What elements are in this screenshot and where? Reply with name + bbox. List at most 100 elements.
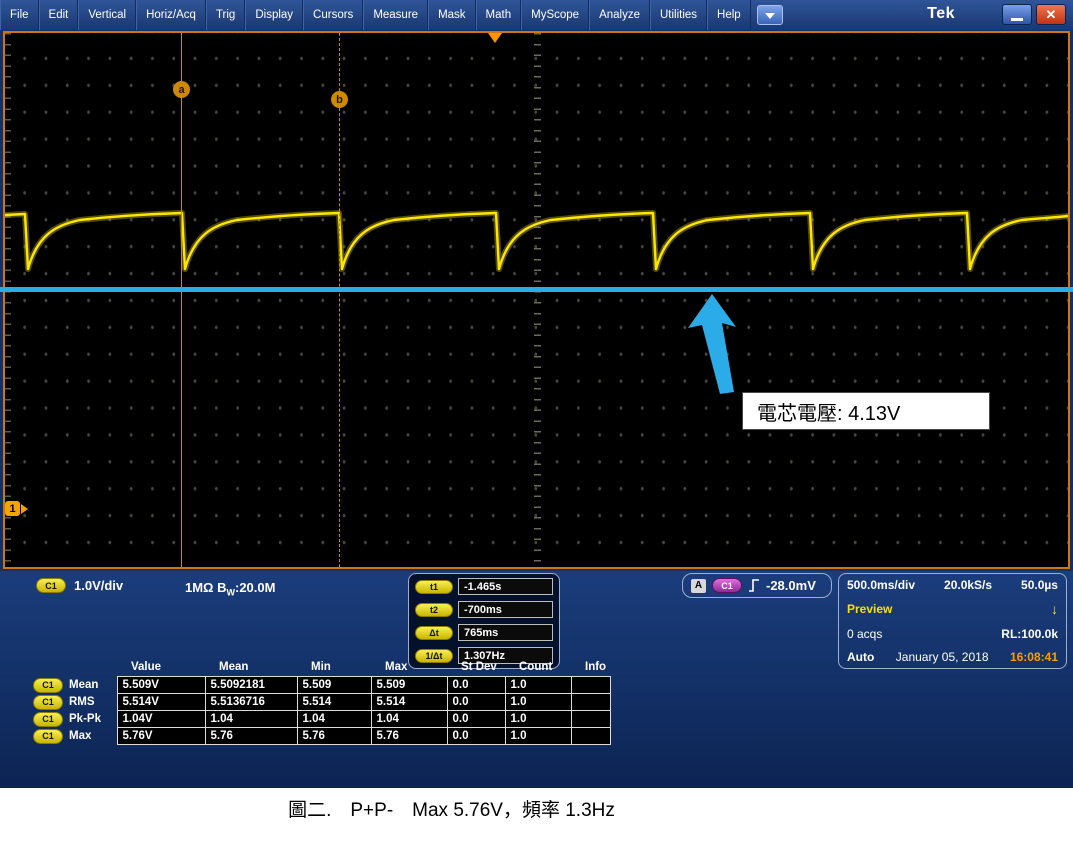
measurement-mean: 5.5136716 [205,694,297,711]
measurement-mean: 1.04 [205,711,297,728]
minimize-button[interactable] [1002,4,1032,25]
measurement-info [571,711,610,728]
header-max: Max [371,659,447,677]
cursor-a-handle[interactable]: a [173,81,190,98]
acq-count: 0 acqs [847,627,882,641]
measurement-max: 5.76 [371,728,447,745]
cursor-a-line[interactable] [181,33,182,567]
measurement-stdev: 0.0 [447,694,505,711]
menu-myscope[interactable]: MyScope [521,0,589,30]
channel1-marker-label: 1 [5,501,20,516]
acquisition-readout-box: 500.0ms/div 20.0kS/s 50.0µs Preview ↓ 0 … [838,573,1067,669]
header-mean: Mean [205,659,297,677]
cursor-b-handle[interactable]: b [331,91,348,108]
measurement-count: 1.0 [505,711,571,728]
measurement-max: 5.514 [371,694,447,711]
close-button[interactable]: ✕ [1036,4,1066,25]
measurement-value: 5.509V [117,677,205,694]
measurement-stdev: 0.0 [447,728,505,745]
measurement-min: 5.76 [297,728,371,745]
measurement-stdev: 0.0 [447,711,505,728]
channel1-badge: C1 [33,712,63,727]
oscilloscope-screen: File Edit Vertical Horiz/Acq Trig Displa… [0,0,1073,847]
trigger-readout[interactable]: A C1 -28.0mV [682,573,832,598]
menu-display[interactable]: Display [245,0,303,30]
channel1-scale-readout[interactable]: C1 1.0V/div [36,578,123,593]
trigger-position-icon[interactable] [488,33,502,43]
menu-math[interactable]: Math [476,0,522,30]
channel1-ground-marker[interactable]: 1 [5,501,33,516]
acq-date: January 05, 2018 [896,650,989,664]
measurement-value: 5.76V [117,728,205,745]
measurement-table-header: Value Mean Min Max St Dev Count Info [33,659,610,677]
measurement-info [571,728,610,745]
acq-status: Preview [847,602,892,616]
channel1-impedance-readout: 1MΩ BW:20.0M [185,580,275,598]
cursor-delta-t-row: Δt 765ms [415,624,553,641]
menu-edit[interactable]: Edit [39,0,79,30]
channel1-badge: C1 [33,695,63,710]
menu-analyze[interactable]: Analyze [589,0,650,30]
acq-mode: Auto [847,650,874,664]
channel1-marker-arrow-icon [21,504,33,514]
menu-utilities[interactable]: Utilities [650,0,707,30]
acq-datetime-row: Auto January 05, 2018 16:08:41 [847,650,1058,664]
acq-count-row: 0 acqs RL:100.0k [847,627,1058,641]
measurement-name: Mean [69,679,98,691]
cursor-t1-value: -1.465s [458,578,553,595]
channel1-scale-value: 1.0V/div [74,578,123,593]
menu-bar: File Edit Vertical Horiz/Acq Trig Displa… [0,0,1073,30]
menu-dropdown-button[interactable] [757,5,783,25]
arrow-down-icon: ↓ [1051,601,1058,617]
readout-panel: C1 1.0V/div 1MΩ BW:20.0M t1 -1.465s t2 -… [0,571,1073,788]
trigger-source-badge: C1 [712,578,742,593]
channel1-waveform-trace [5,33,1068,567]
measurement-min: 1.04 [297,711,371,728]
cursor-t1-row: t1 -1.465s [415,578,553,595]
menu-horiz-acq[interactable]: Horiz/Acq [136,0,206,30]
figure-caption-strip: 圖二. P+P- Max 5.76V，頻率 1.3Hz [0,788,1073,847]
header-info: Info [571,659,610,677]
measurement-row-mean: C1 Mean 5.509V 5.5092181 5.509 5.509 0.0… [33,677,610,694]
header-value: Value [117,659,205,677]
measurement-min: 5.509 [297,677,371,694]
measurement-value: 1.04V [117,711,205,728]
channel1-badge: C1 [36,578,66,593]
measurement-row-max: C1 Max 5.76V 5.76 5.76 5.76 0.0 1.0 [33,728,610,745]
measurement-mean: 5.5092181 [205,677,297,694]
measurement-info [571,677,610,694]
measurement-name: RMS [69,696,95,708]
menu-measure[interactable]: Measure [363,0,428,30]
channel1-badge: C1 [33,678,63,693]
measurement-stdev: 0.0 [447,677,505,694]
menu-file[interactable]: File [0,0,39,30]
menu-vertical[interactable]: Vertical [78,0,136,30]
menu-trig[interactable]: Trig [206,0,245,30]
menu-mask[interactable]: Mask [428,0,475,30]
header-stdev: St Dev [447,659,505,677]
measurement-max: 1.04 [371,711,447,728]
bandwidth-value: BW:20.0M [217,580,275,595]
menu-cursors[interactable]: Cursors [303,0,363,30]
cursor-readout-box: t1 -1.465s t2 -700ms Δt 765ms 1/Δt 1.307… [408,573,560,669]
cursor-t2-value: -700ms [458,601,553,618]
sample-rate-value: 20.0kS/s [944,578,992,592]
tek-logo: Tek [927,5,955,23]
measurement-name: Max [69,730,91,742]
cursor-t2-row: t2 -700ms [415,601,553,618]
cell-voltage-annotation-text: 電芯電壓: 4.13V [757,397,900,426]
impedance-value: 1MΩ [185,580,213,595]
menu-help[interactable]: Help [707,0,751,30]
cursor-t2-badge: t2 [415,603,453,617]
minimize-icon [1011,18,1023,21]
waveform-display: a b 1 [3,31,1070,569]
measurement-mean: 5.76 [205,728,297,745]
measurement-min: 5.514 [297,694,371,711]
figure-caption-text: 圖二. P+P- Max 5.76V，頻率 1.3Hz [288,795,615,847]
cursor-b-line[interactable] [339,33,340,567]
timebase-row: 500.0ms/div 20.0kS/s 50.0µs [847,578,1058,592]
rising-edge-icon [748,578,760,593]
timebase-value: 500.0ms/div [847,578,915,592]
measurement-count: 1.0 [505,677,571,694]
measurement-count: 1.0 [505,694,571,711]
